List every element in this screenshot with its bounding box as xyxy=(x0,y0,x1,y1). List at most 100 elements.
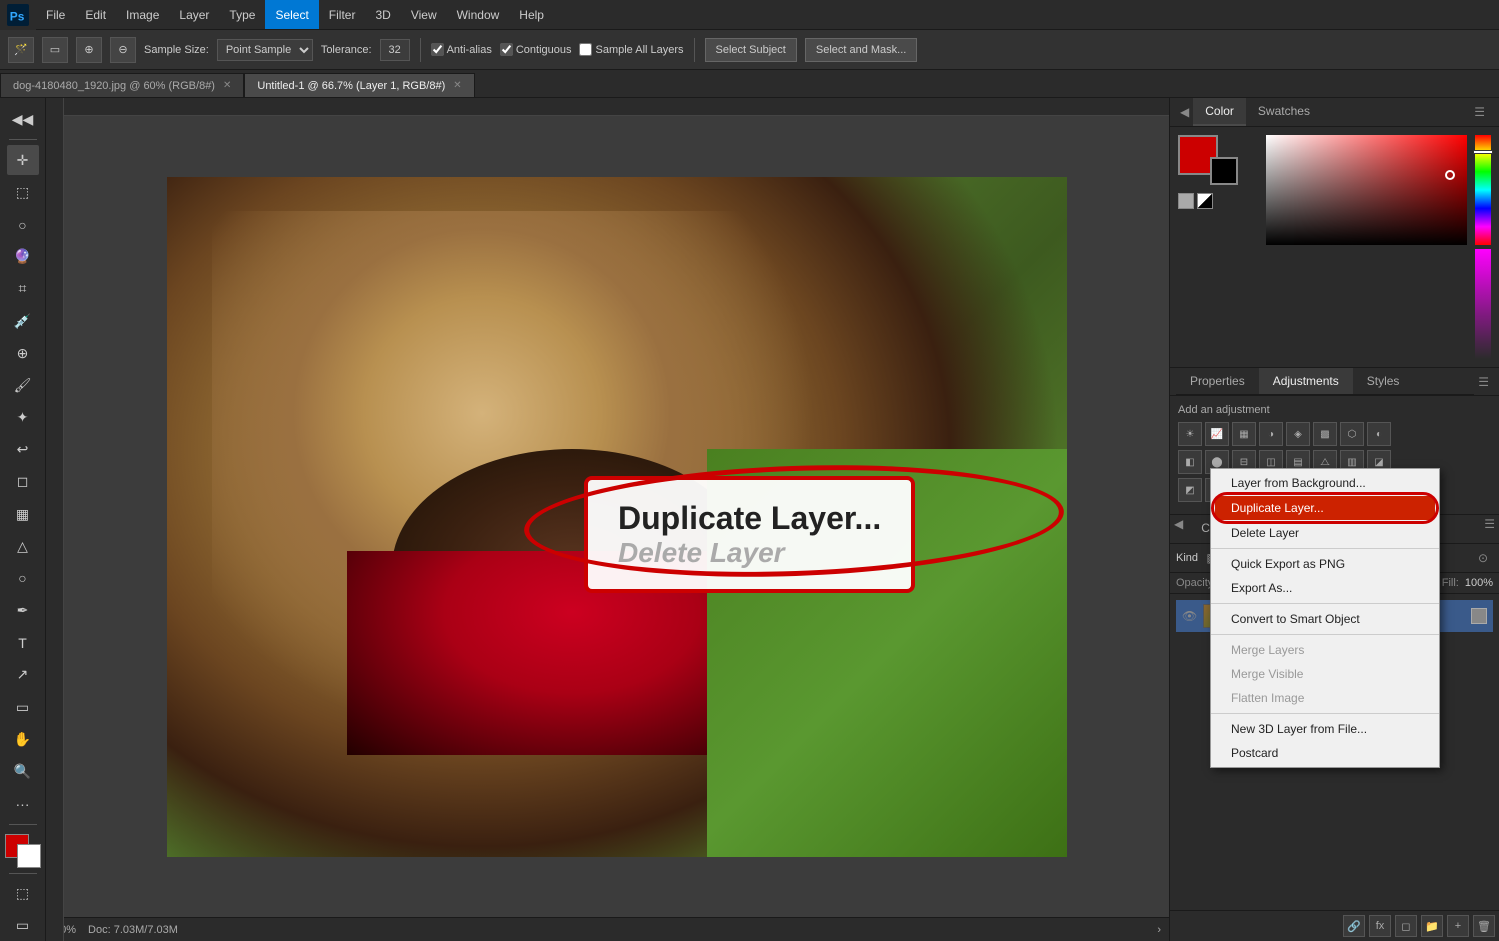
adj-panel-header: Properties Adjustments Styles ☰ xyxy=(1170,368,1499,396)
move-tool-btn[interactable]: ✛ xyxy=(7,145,39,175)
color-picker-gradient[interactable] xyxy=(1266,135,1467,245)
ctx-delete-layer[interactable]: Delete Layer xyxy=(1211,521,1439,545)
select-subject-button[interactable]: Select Subject xyxy=(705,38,797,62)
ctx-quick-export[interactable]: Quick Export as PNG xyxy=(1211,552,1439,576)
extra-tool-btn[interactable]: ··· xyxy=(7,789,39,819)
levels-icon[interactable]: ▦ xyxy=(1232,422,1256,446)
tab-properties[interactable]: Properties xyxy=(1176,368,1259,394)
layers-panel-menu[interactable]: ☰ xyxy=(1480,515,1499,543)
zoom-tool-btn[interactable]: 🔍 xyxy=(7,756,39,786)
canvas-container[interactable]: Duplicate Layer... Delete Layer xyxy=(64,116,1169,917)
photo-filter-icon[interactable]: ◧ xyxy=(1178,450,1202,474)
path-selection-tool-btn[interactable]: ↗ xyxy=(7,660,39,690)
tab-untitled[interactable]: Untitled-1 @ 66.7% (Layer 1, RGB/8#) ✕ xyxy=(244,73,474,97)
gradient-tool-btn[interactable]: ▦ xyxy=(7,499,39,529)
add-link-btn[interactable]: 🔗 xyxy=(1343,915,1365,937)
reset-colors-icon[interactable] xyxy=(1178,193,1194,209)
tab-dog-photo-close[interactable]: ✕ xyxy=(223,80,231,91)
ruler-left xyxy=(46,98,64,941)
alpha-slider[interactable] xyxy=(1475,249,1491,359)
eraser-tool-btn[interactable]: ◻ xyxy=(7,467,39,497)
select-mask-button[interactable]: Select and Mask... xyxy=(805,38,918,62)
ctx-layer-from-bg[interactable]: Layer from Background... xyxy=(1211,471,1439,495)
sample-size-select[interactable]: Point Sample xyxy=(217,39,313,61)
brightness-icon[interactable]: ☀ xyxy=(1178,422,1202,446)
tool-option-btn2[interactable]: ⊕ xyxy=(76,37,102,63)
adj-panel-menu[interactable]: ☰ xyxy=(1474,373,1493,391)
switch-colors-icon[interactable] xyxy=(1197,193,1213,209)
new-group-btn[interactable]: 📁 xyxy=(1421,915,1443,937)
ctx-sep2 xyxy=(1211,603,1439,604)
color-panel-collapse[interactable]: ◀ xyxy=(1176,103,1193,121)
menu-filter[interactable]: Filter xyxy=(319,0,366,29)
anti-alias-checkbox[interactable]: Anti-alias xyxy=(431,43,492,56)
tool-option-btn3[interactable]: ⊖ xyxy=(110,37,136,63)
scroll-indicator[interactable]: › xyxy=(1157,924,1161,936)
menu-select[interactable]: Select xyxy=(265,0,318,29)
new-layer-btn[interactable]: + xyxy=(1447,915,1469,937)
vibrance-icon[interactable]: ◈ xyxy=(1286,422,1310,446)
clone-tool-btn[interactable]: ✦ xyxy=(7,402,39,432)
menu-edit[interactable]: Edit xyxy=(75,0,116,29)
tab-color[interactable]: Color xyxy=(1193,98,1246,126)
blur-tool-btn[interactable]: △ xyxy=(7,531,39,561)
background-swatch[interactable] xyxy=(1210,157,1238,185)
hand-tool-btn[interactable]: ✋ xyxy=(7,724,39,754)
ctx-convert-smart[interactable]: Convert to Smart Object xyxy=(1211,607,1439,631)
text-tool-btn[interactable]: T xyxy=(7,628,39,658)
menu-file[interactable]: File xyxy=(36,0,75,29)
marquee-tool-btn[interactable]: ⬚ xyxy=(7,177,39,207)
healing-brush-tool-btn[interactable]: ⊕ xyxy=(7,338,39,368)
sample-all-checkbox[interactable]: Sample All Layers xyxy=(579,43,683,56)
brush-tool-btn[interactable]: 🖌 xyxy=(7,370,39,400)
adj-icon-9[interactable]: ◩ xyxy=(1178,478,1202,502)
ps-context-menu: Layer from Background... Duplicate Layer… xyxy=(1210,468,1440,768)
black-white-icon[interactable]: ◐ xyxy=(1367,422,1391,446)
screen-mode-btn[interactable]: ▭ xyxy=(7,911,39,941)
contiguous-checkbox[interactable]: Contiguous xyxy=(500,43,572,56)
quick-mask-btn[interactable]: ⬚ xyxy=(7,879,39,909)
menu-layer[interactable]: Layer xyxy=(169,0,219,29)
exposure-icon[interactable]: ◑ xyxy=(1259,422,1283,446)
color-balance-icon[interactable]: ⬡ xyxy=(1340,422,1364,446)
tab-dog-photo[interactable]: dog-4180480_1920.jpg @ 60% (RGB/8#) ✕ xyxy=(0,73,244,97)
duplicate-layer-text: Duplicate Layer... xyxy=(618,500,881,537)
collapse-toolbar-btn[interactable]: ◀◀ xyxy=(7,104,39,134)
tolerance-input[interactable] xyxy=(380,39,410,61)
ctx-postcard[interactable]: Postcard xyxy=(1211,741,1439,765)
pen-tool-btn[interactable]: ✒ xyxy=(7,596,39,626)
history-brush-tool-btn[interactable]: ↩ xyxy=(7,435,39,465)
tab-untitled-close[interactable]: ✕ xyxy=(453,80,461,91)
menu-3d[interactable]: 3D xyxy=(365,0,400,29)
menu-window[interactable]: Window xyxy=(447,0,510,29)
add-fx-btn[interactable]: fx xyxy=(1369,915,1391,937)
menu-type[interactable]: Type xyxy=(219,0,265,29)
color-panel-menu[interactable]: ☰ xyxy=(1470,103,1489,121)
lasso-tool-btn[interactable]: ○ xyxy=(7,209,39,239)
dodge-tool-btn[interactable]: ○ xyxy=(7,563,39,593)
menu-view[interactable]: View xyxy=(401,0,447,29)
magic-wand-tool-btn[interactable]: 🔮 xyxy=(7,242,39,272)
hsl-icon[interactable]: ▩ xyxy=(1313,422,1337,446)
curves-icon[interactable]: 📈 xyxy=(1205,422,1229,446)
tool-option-btn1[interactable]: ▭ xyxy=(42,37,68,63)
ctx-export-as[interactable]: Export As... xyxy=(1211,576,1439,600)
menu-help[interactable]: Help xyxy=(509,0,554,29)
ctx-duplicate-layer[interactable]: Duplicate Layer... xyxy=(1215,496,1435,520)
tab-adjustments[interactable]: Adjustments xyxy=(1259,368,1353,394)
background-color[interactable] xyxy=(17,844,41,868)
tab-styles[interactable]: Styles xyxy=(1353,368,1414,394)
menu-image[interactable]: Image xyxy=(116,0,169,29)
layer-visibility-icon[interactable]: 👁 xyxy=(1182,609,1197,623)
eyedropper-tool-btn[interactable]: 💉 xyxy=(7,306,39,336)
delete-layer-btn[interactable]: 🗑 xyxy=(1473,915,1495,937)
crop-tool-btn[interactable]: ⌗ xyxy=(7,274,39,304)
tool-magic-wand-icon[interactable]: 🪄 xyxy=(8,37,34,63)
rectangle-tool-btn[interactable]: ▭ xyxy=(7,692,39,722)
add-mask-btn[interactable]: ◻ xyxy=(1395,915,1417,937)
filter-toggle-icon[interactable]: ⊙ xyxy=(1473,548,1493,568)
ctx-new-3d[interactable]: New 3D Layer from File... xyxy=(1211,717,1439,741)
tab-swatches[interactable]: Swatches xyxy=(1246,98,1322,126)
hue-slider[interactable] xyxy=(1475,135,1491,245)
layers-panel-collapse[interactable]: ◀ xyxy=(1170,515,1187,543)
